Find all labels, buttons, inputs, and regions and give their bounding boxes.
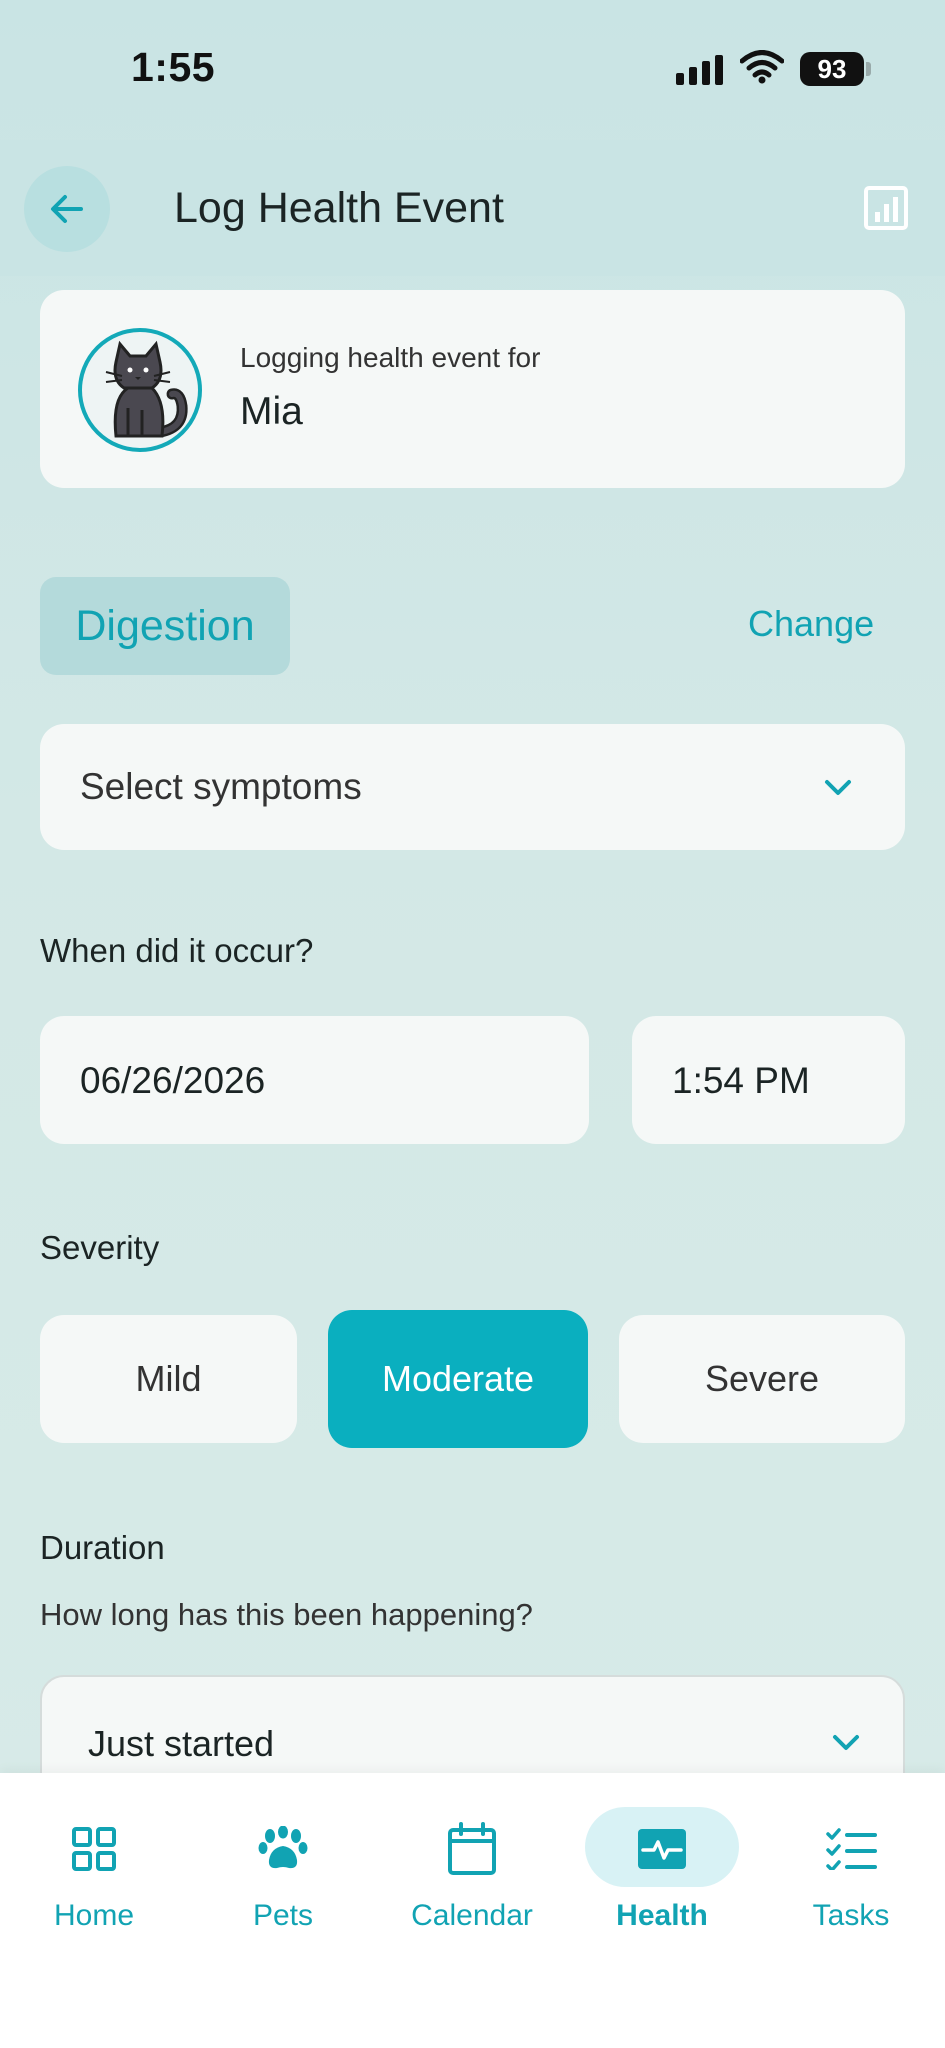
duration-label: Duration: [40, 1529, 165, 1566]
symptoms-placeholder: Select symptoms: [80, 766, 362, 807]
wifi-icon: [740, 50, 784, 84]
arrow-left-icon: [51, 195, 83, 223]
pet-card-subtitle: Logging health event for: [240, 342, 541, 373]
nav-pets[interactable]: Pets: [208, 1813, 358, 1933]
severity-label: Severity: [40, 1229, 160, 1266]
category-chip[interactable]: Digestion: [40, 577, 290, 675]
severity-mild-button[interactable]: Mild: [40, 1315, 297, 1443]
time-field[interactable]: 1:54 PM: [632, 1016, 905, 1144]
status-bar: 1:55 93: [0, 0, 945, 140]
nav-pets-label: Pets: [252, 1899, 314, 1932]
calendar-icon: [448, 1822, 496, 1875]
page-title: Log Health Event: [174, 184, 504, 232]
pet-avatar: [78, 328, 202, 452]
app-header: Log Health Event: [0, 140, 945, 276]
nav-health-label: Health: [616, 1899, 708, 1932]
time-value: 1:54 PM: [672, 1060, 810, 1101]
date-value: 06/26/2026: [80, 1060, 266, 1101]
nav-health[interactable]: Health: [587, 1813, 737, 1933]
chevron-down-icon: [833, 1735, 859, 1750]
nav-tasks-label: Tasks: [812, 1899, 890, 1932]
paw-icon: [258, 1826, 308, 1869]
battery-tip: [866, 62, 871, 76]
pet-card: Logging health event for Mia: [40, 290, 905, 488]
back-button[interactable]: [24, 166, 110, 252]
nav-calendar-label: Calendar: [411, 1899, 533, 1932]
pulse-icon: [638, 1829, 686, 1869]
grid-icon: [72, 1827, 116, 1871]
occurrence-label: When did it occur?: [40, 932, 314, 969]
duration-hint: How long has this been happening?: [40, 1597, 533, 1632]
symptoms-select[interactable]: Select symptoms: [40, 724, 905, 850]
nav-home[interactable]: Home: [19, 1813, 169, 1933]
severity-moderate-button[interactable]: Moderate: [328, 1310, 588, 1448]
change-category-link[interactable]: Change: [748, 603, 874, 645]
duration-value: Just started: [88, 1723, 275, 1764]
status-time: 1:55: [131, 44, 216, 90]
date-field[interactable]: 06/26/2026: [40, 1016, 589, 1144]
cellular-signal-icon: [676, 55, 723, 85]
bar-chart-icon[interactable]: [864, 186, 908, 230]
cat-icon: [105, 340, 188, 438]
battery-indicator: 93: [800, 52, 864, 86]
nav-tasks[interactable]: Tasks: [776, 1813, 926, 1933]
nav-calendar[interactable]: Calendar: [397, 1813, 547, 1933]
checklist-icon: [826, 1828, 877, 1870]
nav-home-label: Home: [53, 1899, 135, 1932]
bottom-nav: Home Pets Calendar Health Tasks: [0, 1773, 945, 2048]
severity-severe-button[interactable]: Severe: [619, 1315, 905, 1443]
pet-name: Mia: [240, 390, 303, 433]
chevron-down-icon: [825, 780, 851, 795]
